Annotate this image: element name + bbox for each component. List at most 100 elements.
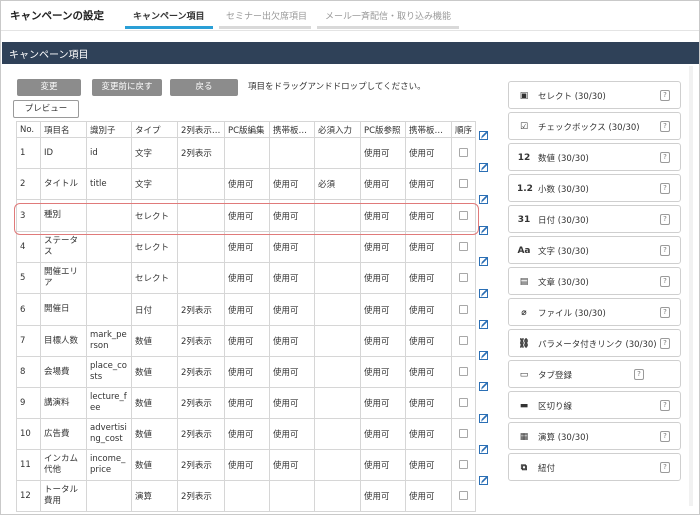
cell-pc-view: 使用可 <box>360 387 406 419</box>
edit-row-icon[interactable] <box>479 319 489 329</box>
table-row[interactable]: 1 ID id 文字 2列表示 使用可 使用可 <box>16 137 477 169</box>
cell-two-column: 2列表示 <box>177 418 225 450</box>
table-row[interactable]: 5 開催エリア セレクト 使用可 使用可 使用可 使用可 <box>16 262 477 294</box>
edit-row-icon[interactable] <box>479 130 489 140</box>
edit-row-icon[interactable] <box>479 413 489 423</box>
palette-item-paperclip[interactable]: ⌀ ファイル (30/30)? <box>508 298 681 326</box>
cell-name: 講演料 <box>40 387 87 419</box>
row-checkbox[interactable] <box>459 179 468 188</box>
cell-name: 広告費 <box>40 418 87 450</box>
col-header-two-column: 2列表示… <box>177 121 225 138</box>
preview-button[interactable]: プレビュー <box>13 100 79 118</box>
palette-item-select[interactable]: ▣ セレクト (30/30)? <box>508 81 681 109</box>
help-icon[interactable]: ? <box>660 183 670 194</box>
cell-name: ステータス <box>40 231 87 263</box>
table-row[interactable]: 9 講演料 lecture_fee 数値 2列表示 使用可 使用可 使用可 使用可 <box>16 387 477 419</box>
cell-name: 会場費 <box>40 356 87 388</box>
edit-row-icon[interactable] <box>479 256 489 266</box>
palette-item-relation[interactable]: ⧉ 紐付? <box>508 453 681 481</box>
table-row[interactable]: 2 タイトル title 文字 使用可 使用可 必須 使用可 使用可 <box>16 168 477 200</box>
palette-item-calendar[interactable]: 31 日付 (30/30)? <box>508 205 681 233</box>
palette-item-text[interactable]: Aa 文字 (30/30)? <box>508 236 681 264</box>
page-title: キャンペーンの設定 <box>10 10 104 22</box>
help-icon[interactable]: ? <box>634 369 644 380</box>
help-icon[interactable]: ? <box>660 431 670 442</box>
row-checkbox[interactable] <box>459 429 468 438</box>
help-icon[interactable]: ? <box>660 307 670 318</box>
palette-item-link[interactable]: ⛓ パラメータ付きリンク (30/30)? <box>508 329 681 357</box>
edit-row-icon[interactable] <box>479 350 489 360</box>
palette-item-checkbox[interactable]: ☑ チェックボックス (30/30)? <box>508 112 681 140</box>
palette-item-number[interactable]: 12 数値 (30/30)? <box>508 143 681 171</box>
palette-item-divider[interactable]: ▬ 区切り線? <box>508 391 681 419</box>
table-row[interactable]: 12 トータル費用 演算 2列表示 使用可 使用可 <box>16 480 477 512</box>
row-checkbox[interactable] <box>459 148 468 157</box>
edit-row-icon[interactable] <box>479 162 489 172</box>
cell-two-column: 2列表示 <box>177 356 225 388</box>
table-row[interactable]: 11 インカム代他 income_price 数値 2列表示 使用可 使用可 使用可 使用可 <box>16 449 477 481</box>
help-icon[interactable]: ? <box>660 338 670 349</box>
row-checkbox[interactable] <box>459 273 468 282</box>
row-checkbox[interactable] <box>459 304 468 314</box>
help-icon[interactable]: ? <box>660 214 670 225</box>
cell-required: 必須 <box>314 168 361 200</box>
table-row[interactable]: 6 開催日 日付 2列表示 使用可 使用可 使用可 使用可 <box>16 293 477 326</box>
help-icon[interactable]: ? <box>660 276 670 287</box>
table-row[interactable]: 4 ステータス セレクト 使用可 使用可 使用可 使用可 <box>16 231 477 263</box>
tab-icon: ▭ <box>519 370 529 380</box>
tab-campaign-items[interactable]: キャンペーン項目 <box>133 9 205 22</box>
cell-name: 開催日 <box>40 293 87 326</box>
table-row[interactable]: 7 目標人数 mark_person 数値 2列表示 使用可 使用可 使用可 使用可 <box>16 325 477 357</box>
row-checkbox[interactable] <box>459 336 468 345</box>
palette-item-calculator[interactable]: ▦ 演算 (30/30)? <box>508 422 681 450</box>
cell-mobile-edit: 使用可 <box>269 356 315 388</box>
row-checkbox[interactable] <box>459 491 468 500</box>
tab-mail-delivery[interactable]: メール一斉配信・取り込み機能 <box>325 9 451 22</box>
cell-mobile-view: 使用可 <box>405 137 452 169</box>
row-checkbox[interactable] <box>459 398 468 407</box>
palette-item-decimal[interactable]: 1.2 小数 (30/30)? <box>508 174 681 202</box>
cell-pc-edit: 使用可 <box>224 356 270 388</box>
edit-row-icon[interactable] <box>479 225 489 235</box>
cell-two-column: 2列表示 <box>177 387 225 419</box>
edit-row-icon[interactable] <box>479 288 489 298</box>
help-icon[interactable]: ? <box>660 152 670 163</box>
edit-row-icon[interactable] <box>479 475 489 485</box>
row-checkbox[interactable] <box>459 367 468 376</box>
help-icon[interactable]: ? <box>660 121 670 132</box>
back-button[interactable]: 戻る <box>170 79 238 96</box>
cell-two-column: 2列表示 <box>177 325 225 357</box>
table-row[interactable]: 8 会場費 place_costs 数値 2列表示 使用可 使用可 使用可 使用可 <box>16 356 477 388</box>
cell-identifier <box>86 262 132 294</box>
palette-item-document[interactable]: ▤ 文章 (30/30)? <box>508 267 681 295</box>
cell-required <box>314 356 361 388</box>
help-icon[interactable]: ? <box>660 400 670 411</box>
help-icon[interactable]: ? <box>660 90 670 101</box>
select-icon: ▣ <box>519 91 529 101</box>
col-header-pc-view: PC版参照 <box>360 121 406 138</box>
row-checkbox[interactable] <box>459 460 468 469</box>
cell-two-column: 2列表示 <box>177 449 225 481</box>
edit-row-icon[interactable] <box>479 444 489 454</box>
col-header-name: 項目名 <box>40 121 87 138</box>
cell-pc-view: 使用可 <box>360 262 406 294</box>
scrollbar[interactable] <box>688 66 694 506</box>
help-icon[interactable]: ? <box>660 462 670 473</box>
palette-item-label: パラメータ付きリンク (30/30) <box>538 340 657 350</box>
cell-type: 文字 <box>131 137 178 169</box>
edit-row-icon[interactable] <box>479 194 489 204</box>
cell-mobile-edit: 使用可 <box>269 231 315 263</box>
palette-item-label: 数値 (30/30) <box>538 154 589 164</box>
cell-identifier: place_costs <box>86 356 132 388</box>
edit-row-icon[interactable] <box>479 381 489 391</box>
cell-pc-edit: 使用可 <box>224 418 270 450</box>
change-button[interactable]: 変更 <box>17 79 81 96</box>
palette-item-tab[interactable]: ▭ タブ登録? <box>508 360 681 388</box>
table-row[interactable]: 10 広告費 advertising_cost 数値 2列表示 使用可 使用可 使用可 使用可 <box>16 418 477 450</box>
tab-seminar-attendance[interactable]: セミナー出欠席項目 <box>226 9 307 22</box>
col-header-pc-edit: PC版編集 <box>224 121 270 138</box>
row-checkbox[interactable] <box>459 242 468 251</box>
revert-button[interactable]: 変更前に戻す <box>92 79 162 96</box>
help-icon[interactable]: ? <box>660 245 670 256</box>
cell-mobile-edit: 使用可 <box>269 262 315 294</box>
